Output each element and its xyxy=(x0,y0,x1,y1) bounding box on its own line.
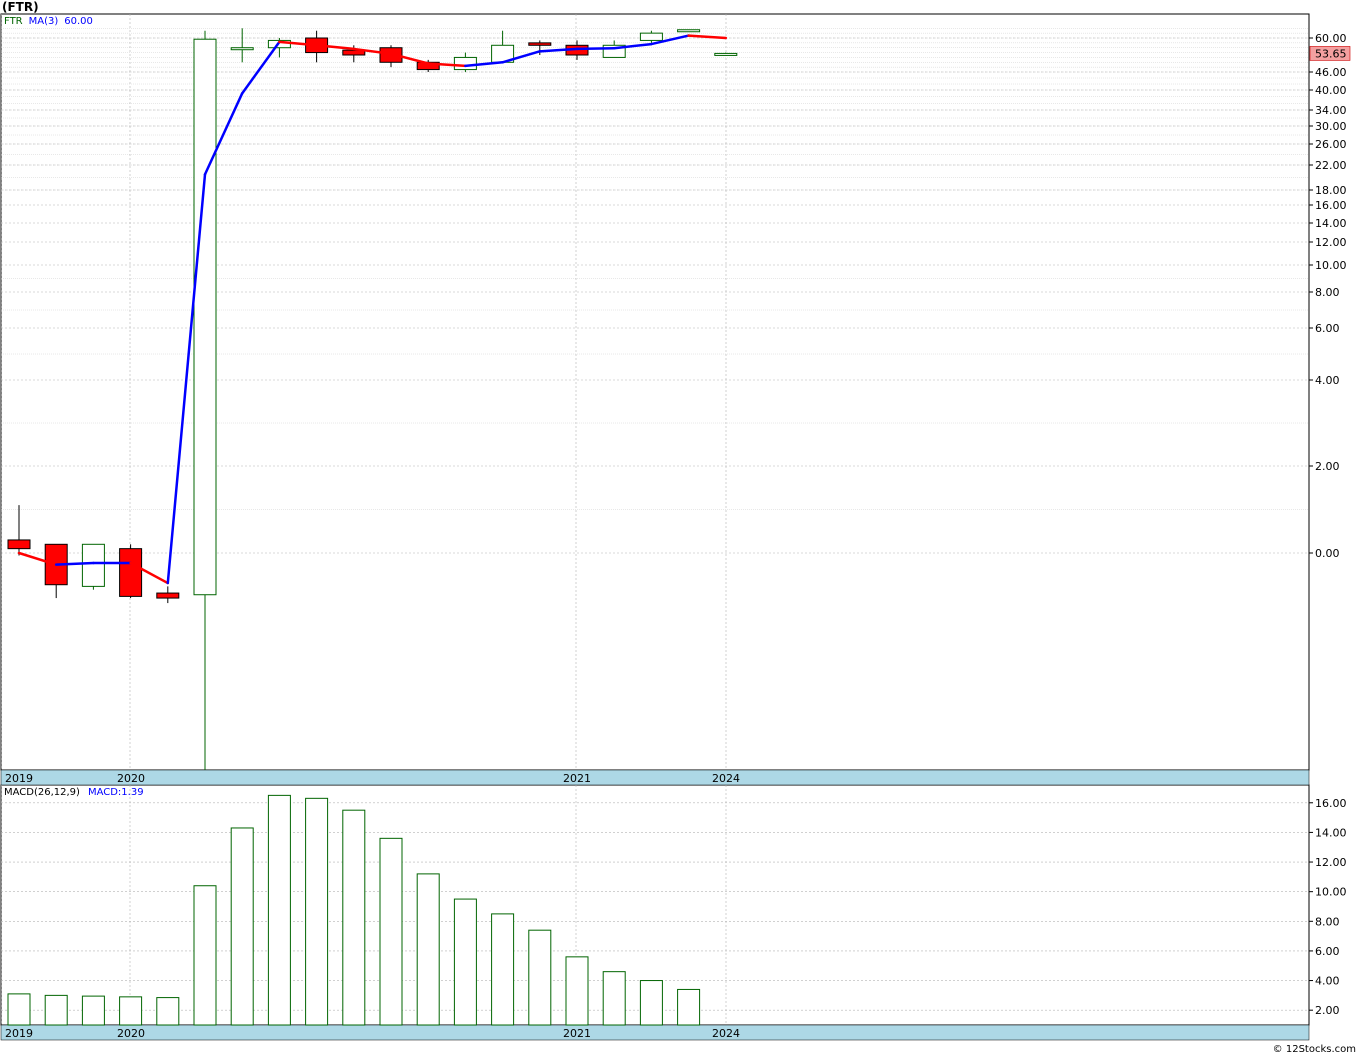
macd-legend-value: MACD:1.39 xyxy=(88,787,144,798)
legend-ma-value: 60.00 xyxy=(64,16,93,27)
macd-bar xyxy=(81,995,105,1026)
price-tick-label: 30.00 xyxy=(1315,120,1347,133)
candle-body xyxy=(193,38,217,596)
macd-tick-label: 16.00 xyxy=(1315,797,1347,810)
ma3-segment xyxy=(575,46,616,51)
price-tick-label: 6.00 xyxy=(1315,322,1340,335)
macd-tick-label: 6.00 xyxy=(1315,945,1340,958)
price-date-tick-label: 2024 xyxy=(712,772,740,785)
candle-body xyxy=(230,47,254,51)
macd-bar xyxy=(7,993,31,1026)
candle-body xyxy=(81,543,105,587)
candle-body xyxy=(156,592,180,599)
price-date-axis xyxy=(0,769,1310,786)
macd-bar xyxy=(379,837,403,1026)
macd-bar xyxy=(491,913,515,1026)
macd-bar xyxy=(677,988,701,1026)
macd-bar xyxy=(305,797,329,1026)
price-tick-label: 2.00 xyxy=(1315,460,1340,473)
candle-body xyxy=(7,539,31,550)
price-tick-label: 12.00 xyxy=(1315,236,1347,249)
candle xyxy=(677,29,701,33)
price-tick-label: 60.00 xyxy=(1315,32,1347,45)
price-legend: FTR MA(3) 60.00 xyxy=(4,16,93,27)
price-tick-label: 16.00 xyxy=(1315,199,1347,212)
last-price-label: 53.65 xyxy=(1315,47,1347,60)
macd-bar xyxy=(416,873,440,1026)
candle-body xyxy=(639,32,663,41)
price-tick-label: 10.00 xyxy=(1315,259,1347,272)
candle xyxy=(119,544,143,599)
macd-bar xyxy=(342,809,366,1026)
macd-bar xyxy=(156,997,180,1026)
macd-legend: MACD(26,12,9) MACD:1.39 xyxy=(4,787,144,798)
ma3-segment xyxy=(54,561,95,566)
candle-body xyxy=(528,42,552,46)
legend-ma-label: MA(3) xyxy=(29,16,59,27)
price-date-tick-label: 2021 xyxy=(563,772,591,785)
candle-body xyxy=(119,548,143,597)
macd-tick-label: 14.00 xyxy=(1315,826,1347,839)
macd-date-axis xyxy=(0,1024,1310,1041)
macd-bar xyxy=(602,971,626,1026)
price-tick-label: 46.00 xyxy=(1315,66,1347,79)
macd-bar xyxy=(565,956,589,1026)
macd-legend-name: MACD(26,12,9) xyxy=(4,787,80,798)
macd-date-tick-label: 2021 xyxy=(563,1027,591,1040)
candle-body xyxy=(453,56,477,71)
price-tick-label: 34.00 xyxy=(1315,104,1347,117)
macd-bar xyxy=(44,994,68,1026)
macd-tick-label: 8.00 xyxy=(1315,915,1340,928)
price-tick-label: 8.00 xyxy=(1315,286,1340,299)
price-date-tick-label: 2019 xyxy=(5,772,33,785)
price-tick-label: 14.00 xyxy=(1315,217,1347,230)
watermark: © 12Stocks.com xyxy=(1272,1044,1356,1055)
macd-bar xyxy=(119,996,143,1026)
price-tick-label: 26.00 xyxy=(1315,138,1347,151)
macd-date-tick-label: 2024 xyxy=(712,1027,740,1040)
macd-bar xyxy=(453,898,477,1026)
macd-tick-label: 10.00 xyxy=(1315,886,1347,899)
macd-bar xyxy=(230,827,254,1026)
stock-chart: 60.00 46.00 40.00 34.00 30.00 26.00 22.00 18.00… xyxy=(0,13,1351,1041)
macd-bar xyxy=(193,885,217,1026)
candle xyxy=(714,52,738,56)
macd-bar xyxy=(639,980,663,1026)
price-tick-label: 40.00 xyxy=(1315,84,1347,97)
macd-date-tick-label: 2020 xyxy=(117,1027,145,1040)
candle-body xyxy=(714,52,738,56)
macd-tick-label: 2.00 xyxy=(1315,1004,1340,1017)
price-tick-label: 22.00 xyxy=(1315,159,1347,172)
price-date-tick-label: 2020 xyxy=(117,772,145,785)
price-tick-label: 18.00 xyxy=(1315,184,1347,197)
macd-tick-label: 12.00 xyxy=(1315,856,1347,869)
macd-bar xyxy=(267,794,291,1026)
price-tick-label: 0.00 xyxy=(1315,547,1340,560)
candle-body xyxy=(677,29,701,33)
macd-date-tick-label: 2019 xyxy=(5,1027,33,1040)
macd-tick-label: 4.00 xyxy=(1315,975,1340,988)
candle xyxy=(81,543,105,590)
macd-bar xyxy=(528,929,552,1026)
price-tick-label: 4.00 xyxy=(1315,374,1340,387)
legend-symbol: FTR xyxy=(4,16,23,27)
